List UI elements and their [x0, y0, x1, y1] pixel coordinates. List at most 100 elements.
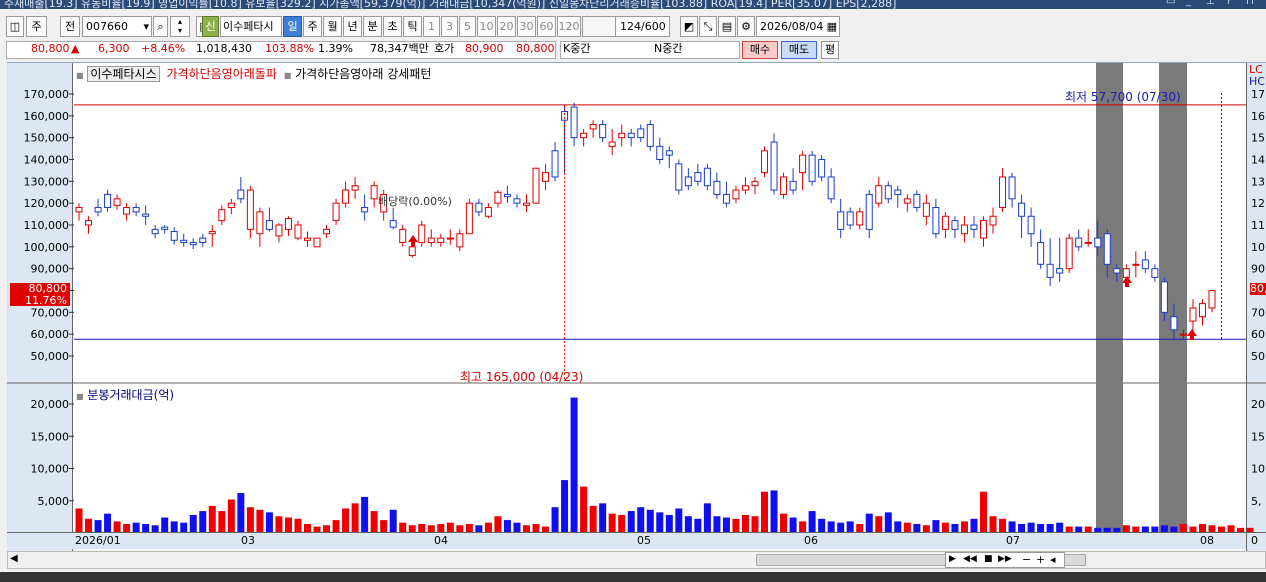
- zoom-out-icon[interactable]: −: [1022, 553, 1031, 566]
- candle-body: [789, 180, 797, 191]
- candle-body: [1170, 316, 1178, 331]
- volume-title[interactable]: 분봉거래대금(억): [87, 388, 174, 402]
- candle-body: [1027, 215, 1035, 235]
- candle-body: [580, 132, 588, 139]
- pin-icon[interactable]: ⊥: [1206, 0, 1215, 7]
- interval-60[interactable]: 60: [537, 16, 556, 37]
- x-label-jul: 07: [1006, 534, 1020, 547]
- chart-settings-icon[interactable]: ◫: [6, 16, 24, 37]
- chart-area[interactable]: 170,000 17 160,000 16 150,000 15 140,000 14 130,…: [7, 62, 1266, 551]
- candle-body: [132, 207, 140, 213]
- legend-indicator-1[interactable]: 가격하단음영아래돌파: [166, 67, 276, 81]
- count-input[interactable]: 124/600: [615, 16, 670, 37]
- calendar-icon[interactable]: ▦: [827, 17, 837, 36]
- expand-icon[interactable]: ◂: [1050, 553, 1056, 566]
- candle-body: [722, 193, 730, 204]
- interval-120[interactable]: 120: [557, 16, 581, 37]
- ask-price: 80,900: [465, 42, 504, 55]
- stop-icon[interactable]: ■: [984, 554, 993, 564]
- interval-1[interactable]: 1: [423, 16, 440, 37]
- minimize-icon[interactable]: _: [1186, 0, 1191, 7]
- buy-button[interactable]: 매수: [742, 41, 778, 59]
- candle-body: [1008, 176, 1016, 200]
- candle-body: [85, 220, 93, 226]
- top-info-strip: 주재매출[19.3] 유동비율[19.9] 영업이익률[10.8] 유보율[32…: [0, 0, 1266, 9]
- right-volume-tick-label: 5,: [1251, 495, 1262, 508]
- candle-body: [808, 154, 816, 182]
- volume-bar: [694, 518, 702, 533]
- prev-label: 전: [64, 20, 76, 33]
- interval-20[interactable]: 20: [497, 16, 516, 37]
- stock-code-input[interactable]: 007660 ▾: [82, 16, 152, 37]
- candle-body: [104, 193, 112, 209]
- n-middle: N중간: [654, 42, 683, 55]
- right-tick-label: 17: [1251, 88, 1265, 101]
- candle-body: [237, 189, 245, 200]
- candle-body: [1018, 202, 1026, 217]
- chevron-down-icon[interactable]: ▾: [143, 17, 149, 36]
- price-tick-label: 170,000: [24, 88, 70, 101]
- tab-year[interactable]: 년: [343, 16, 362, 37]
- interval-120-label: 120: [558, 20, 580, 33]
- rewind-icon[interactable]: ◀◀: [963, 554, 977, 564]
- interval-5[interactable]: 5: [459, 16, 476, 37]
- stock-name-field[interactable]: 이수페타시: [220, 16, 282, 37]
- candle-body: [856, 211, 864, 226]
- gear-icon[interactable]: ⚙: [737, 16, 755, 37]
- candle-body: [427, 237, 435, 243]
- event-annotation: 배당락(0.00%): [378, 195, 452, 208]
- volume-bar: [494, 516, 502, 533]
- tab-second[interactable]: 초: [383, 16, 402, 37]
- right-tick-label: 11: [1251, 219, 1265, 232]
- legend-stock-name[interactable]: 이수페타시스: [87, 66, 160, 82]
- candle-body: [465, 202, 473, 235]
- volume-bar: [789, 517, 797, 533]
- help-icon[interactable]: ?: [1226, 0, 1231, 7]
- scroll-left-icon[interactable]: ◀: [10, 553, 18, 564]
- price-tick-label: 110,000: [24, 219, 70, 232]
- candle-body: [570, 106, 578, 139]
- tab-day-label: 일: [287, 20, 298, 33]
- chart-type-icon[interactable]: ◩: [680, 16, 698, 37]
- crosshair-icon[interactable]: ⤡: [699, 16, 717, 37]
- right-tick-label: 60: [1251, 328, 1265, 341]
- volume-bar: [218, 511, 226, 533]
- tab-tick[interactable]: 틱: [403, 16, 422, 37]
- window-icon[interactable]: ▭: [1166, 0, 1175, 7]
- volume-ratio: 103.88%: [265, 42, 314, 55]
- candle-chart[interactable]: 170,000 17 160,000 16 150,000 15 140,000 14 130,…: [7, 63, 1266, 533]
- play-icon[interactable]: ▶: [949, 554, 956, 564]
- tab-month[interactable]: 월: [323, 16, 342, 37]
- interval-30[interactable]: 30: [517, 16, 536, 37]
- stepper-icon[interactable]: ▴ ▾: [170, 16, 190, 37]
- interval-10[interactable]: 10: [477, 16, 496, 37]
- candle-body: [142, 213, 150, 217]
- forward-icon[interactable]: ▶▶: [998, 554, 1012, 564]
- tab-minute-label: 분: [367, 20, 378, 33]
- sin-badge[interactable]: 신: [202, 16, 219, 37]
- chart-scrollbar[interactable]: ◀ ▶ ◀◀ ■ ▶▶ − + ◂: [7, 551, 1266, 569]
- candle-body: [694, 172, 702, 182]
- tab-week[interactable]: 주: [303, 16, 322, 37]
- legend-indicator-2[interactable]: 가격하단음영아래 강세패턴: [295, 67, 431, 81]
- zoom-in-icon[interactable]: +: [1036, 553, 1045, 566]
- price-tick-label: 130,000: [24, 175, 70, 188]
- period-button[interactable]: 주: [26, 16, 47, 37]
- tab-day[interactable]: 일: [283, 16, 302, 37]
- sell-button[interactable]: 매도: [781, 41, 817, 59]
- candle-body: [837, 211, 845, 230]
- interval-3[interactable]: 3: [441, 16, 458, 37]
- avg-button[interactable]: 평: [821, 41, 839, 59]
- volume-legend: ■ 분봉거래대금(억): [76, 386, 174, 403]
- more-icon[interactable]: ⊓: [1246, 0, 1254, 7]
- volume-bar: [389, 509, 397, 533]
- save-icon[interactable]: ▤: [718, 16, 736, 37]
- search-icon[interactable]: ⌕: [153, 16, 168, 37]
- candle-body: [1113, 268, 1121, 274]
- prev-button[interactable]: 전: [60, 16, 80, 37]
- tab-minute[interactable]: 분: [363, 16, 382, 37]
- candle-body: [875, 185, 883, 204]
- date-input[interactable]: 2026/08/04 ▦: [756, 16, 840, 37]
- right-tick-label: 14: [1251, 154, 1265, 167]
- volume-bar: [608, 513, 616, 533]
